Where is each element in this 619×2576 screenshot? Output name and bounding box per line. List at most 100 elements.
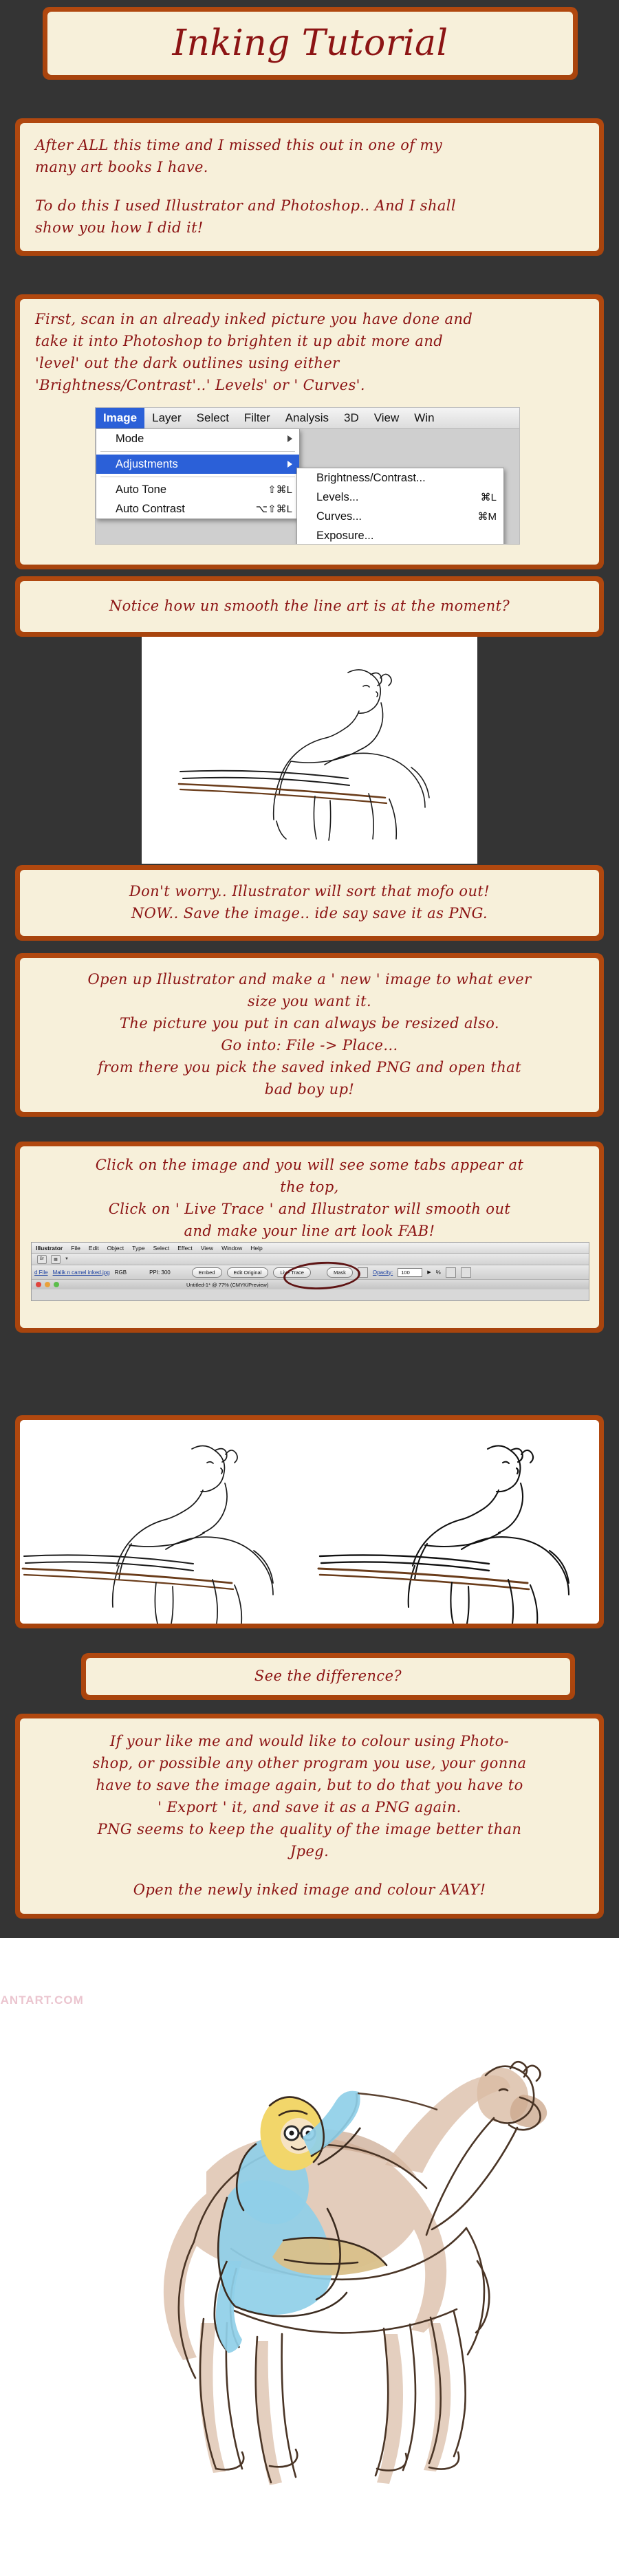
menu-item-mode-label: Mode — [116, 432, 144, 445]
menu-window[interactable]: Win — [406, 408, 442, 428]
illustrator-toolbar-screenshot: Illustrator File Edit Object Type Select… — [31, 1242, 589, 1301]
menu-3d[interactable]: 3D — [336, 408, 367, 428]
export-line-2: shop, or possible any other program you … — [92, 1755, 527, 1772]
zoom-window-icon[interactable] — [54, 1282, 59, 1287]
rough-camel-drawing — [142, 637, 477, 864]
opacity-label[interactable]: Opacity: — [373, 1269, 393, 1276]
notice-panel: Notice how un smooth the line art is at … — [15, 576, 604, 637]
scan-line-2: take it into Photoshop to brighten it up… — [35, 332, 444, 349]
edit-original-button[interactable]: Edit Original — [226, 1267, 269, 1278]
live-trace-line-3: Click on ' Live Trace ' and Illustrator … — [108, 1200, 511, 1217]
menu-help[interactable]: Help — [246, 1245, 266, 1252]
document-title: Untitled-1* @ 77% (CMYK/Preview) — [186, 1281, 269, 1288]
camel-and-rider-artwork: KARASUDEVIANTART.COM — [0, 1938, 619, 2576]
menu-item-auto-tone-shortcut: ⇧⌘L — [268, 484, 292, 496]
live-trace-panel: Click on the image and you will see some… — [15, 1142, 604, 1333]
intro-line-2: many art books I have. — [35, 159, 208, 176]
close-window-icon[interactable] — [36, 1282, 41, 1287]
dont-worry-panel: Don't worry.. Illustrator will sort that… — [15, 865, 604, 941]
minimize-window-icon[interactable] — [45, 1282, 50, 1287]
menu-filter[interactable]: Filter — [237, 408, 278, 428]
dont-worry-panel-inner: Don't worry.. Illustrator will sort that… — [20, 870, 599, 936]
tutorial-page: Inking Tutorial After ALL this time and … — [0, 0, 619, 2576]
submenu-item-exposure[interactable]: Exposure... — [297, 526, 503, 544]
ppi-label: PPI: 300 — [149, 1269, 171, 1276]
intro-line-3: To do this I used Illustrator and Photos… — [35, 197, 457, 214]
before-after-camel-comparison — [20, 1420, 599, 1624]
export-text: If your like me and would like to colour… — [20, 1731, 599, 1901]
submenu-item-curves[interactable]: Curves... ⌘M — [297, 507, 503, 526]
submenu-item-brightness-contrast[interactable]: Brightness/Contrast... — [297, 468, 503, 488]
live-trace-line-1: Click on the image and you will see some… — [95, 1157, 524, 1173]
opacity-stepper-icon[interactable]: ▶ — [427, 1269, 431, 1275]
see-difference-panel-inner: See the difference? — [86, 1658, 570, 1695]
image-menu-dropdown: Mode Adjustments Auto Tone ⇧⌘L Auto Cont… — [96, 429, 300, 519]
submenu-item-brightness-contrast-label: Brightness/Contrast... — [316, 471, 426, 484]
live-trace-line-2: the top, — [280, 1178, 339, 1195]
intro-line-4: show you how I did it! — [35, 219, 204, 236]
notice-text: Notice how un smooth the line art is at … — [109, 598, 510, 615]
open-ai-line-2: size you want it. — [247, 993, 372, 1010]
intro-text: After ALL this time and I missed this ou… — [20, 135, 599, 239]
chevron-down-icon[interactable]: ▼ — [65, 1257, 69, 1261]
menu-object[interactable]: Object — [103, 1245, 129, 1252]
linked-file-label[interactable]: d File — [34, 1269, 48, 1276]
rough-lineart-image — [142, 637, 477, 864]
export-panel-inner: If your like me and would like to colour… — [20, 1718, 599, 1914]
submenu-item-levels[interactable]: Levels... ⌘L — [297, 488, 503, 507]
photoshop-menu-screenshot: Image Layer Select Filter Analysis 3D Vi… — [95, 407, 520, 545]
dont-worry-text: Don't worry.. Illustrator will sort that… — [20, 881, 599, 925]
menu-item-auto-contrast[interactable]: Auto Contrast ⌥⇧⌘L — [96, 499, 299, 519]
menu-item-auto-tone-label: Auto Tone — [116, 483, 167, 496]
placed-filename[interactable]: Malik n camel inked.jpg — [53, 1269, 110, 1276]
menu-item-auto-contrast-shortcut: ⌥⇧⌘L — [255, 503, 292, 515]
submenu-item-levels-label: Levels... — [316, 490, 359, 503]
intro-panel: After ALL this time and I missed this ou… — [15, 118, 604, 256]
live-trace-text: Click on the image and you will see some… — [20, 1146, 599, 1243]
menu-window[interactable]: Window — [217, 1245, 246, 1252]
open-illustrator-panel: Open up Illustrator and make a ' new ' i… — [15, 953, 604, 1117]
menu-file[interactable]: File — [67, 1245, 85, 1252]
submenu-item-curves-label: Curves... — [316, 510, 362, 523]
arrange-documents-icon[interactable]: ▦ — [51, 1254, 61, 1264]
menu-item-mode[interactable]: Mode — [96, 429, 299, 448]
open-illustrator-panel-inner: Open up Illustrator and make a ' new ' i… — [20, 958, 599, 1112]
menu-analysis[interactable]: Analysis — [278, 408, 336, 428]
open-ai-line-6: bad boy up! — [264, 1080, 355, 1098]
align-icon[interactable] — [445, 1267, 456, 1278]
export-line-4: ' Export ' it, and save it as a PNG agai… — [158, 1799, 461, 1816]
export-line-3: have to save the image again, but to do … — [96, 1777, 523, 1794]
embed-button[interactable]: Embed — [191, 1267, 222, 1278]
intro-line-1: After ALL this time and I missed this ou… — [35, 137, 443, 154]
menu-view[interactable]: View — [197, 1245, 217, 1252]
photoshop-menubar: Image Layer Select Filter Analysis 3D Vi… — [96, 408, 519, 429]
comparison-panel — [15, 1415, 604, 1628]
menu-item-auto-tone[interactable]: Auto Tone ⇧⌘L — [96, 480, 299, 499]
menu-layer[interactable]: Layer — [144, 408, 189, 428]
menu-select[interactable]: Select — [189, 408, 237, 428]
export-line-5: PNG seems to keep the quality of the ima… — [97, 1820, 522, 1837]
menu-item-adjustments-label: Adjustments — [116, 457, 178, 470]
menu-item-adjustments[interactable]: Adjustments — [96, 455, 299, 474]
menu-effect[interactable]: Effect — [173, 1245, 197, 1252]
export-line-7: Open the newly inked image and colour AV… — [133, 1881, 486, 1898]
menu-view[interactable]: View — [367, 408, 407, 428]
menu-type[interactable]: Type — [128, 1245, 149, 1252]
submenu-arrow-icon — [287, 435, 292, 442]
transparency-icon[interactable] — [460, 1267, 471, 1278]
menu-separator — [100, 451, 295, 452]
see-difference-panel: See the difference? — [81, 1653, 575, 1700]
live-trace-line-4: and make your line art look FAB! — [184, 1222, 435, 1239]
bridge-icon[interactable]: Br — [37, 1254, 47, 1264]
open-ai-line-4: Go into: File -> Place... — [221, 1037, 398, 1054]
opacity-input[interactable]: 100 — [398, 1267, 423, 1277]
menu-image[interactable]: Image — [96, 408, 145, 428]
menu-edit[interactable]: Edit — [85, 1245, 103, 1252]
menu-illustrator[interactable]: Illustrator — [32, 1245, 67, 1252]
export-line-1: If your like me and would like to colour… — [109, 1733, 510, 1750]
menu-select[interactable]: Select — [149, 1245, 174, 1252]
submenu-item-levels-shortcut: ⌘L — [480, 492, 497, 503]
illustrator-menubar: Illustrator File Edit Object Type Select… — [32, 1243, 589, 1254]
menu-item-auto-contrast-label: Auto Contrast — [116, 502, 185, 515]
scan-line-3: 'level' out the dark outlines using eith… — [35, 354, 340, 371]
